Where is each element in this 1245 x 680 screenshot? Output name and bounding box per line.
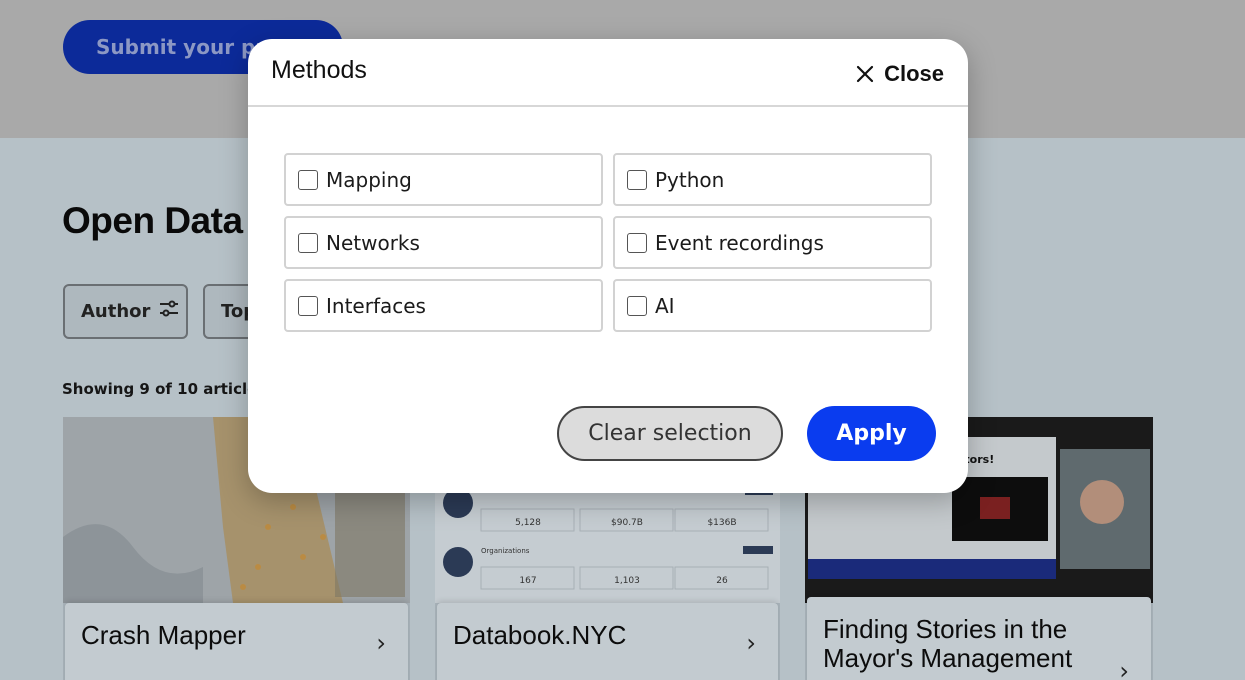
option-networks[interactable]: Networks (284, 216, 603, 269)
close-button[interactable]: Close (856, 61, 944, 87)
option-label: Mapping (326, 167, 412, 192)
option-python[interactable]: Python (613, 153, 932, 206)
close-icon (856, 65, 874, 83)
method-options: Mapping Python Networks Event recordings… (284, 153, 932, 332)
clear-selection-button[interactable]: Clear selection (557, 406, 783, 461)
option-label: Networks (326, 230, 420, 255)
checkbox[interactable] (627, 232, 647, 253)
dialog-header: Methods Close (248, 39, 968, 107)
checkbox[interactable] (298, 295, 318, 316)
option-label: Interfaces (326, 293, 426, 318)
option-event-recordings[interactable]: Event recordings (613, 216, 932, 269)
dialog-title: Methods (271, 56, 367, 84)
option-label: Event recordings (655, 230, 824, 255)
option-ai[interactable]: AI (613, 279, 932, 332)
checkbox[interactable] (298, 169, 318, 190)
close-label: Close (884, 61, 944, 86)
option-label: AI (655, 293, 675, 318)
option-mapping[interactable]: Mapping (284, 153, 603, 206)
apply-button[interactable]: Apply (807, 406, 936, 461)
option-interfaces[interactable]: Interfaces (284, 279, 603, 332)
checkbox[interactable] (627, 295, 647, 316)
checkbox[interactable] (627, 169, 647, 190)
checkbox[interactable] (298, 232, 318, 253)
methods-dialog: Methods Close Mapping Python Networks Ev… (248, 39, 968, 493)
option-label: Python (655, 167, 725, 192)
